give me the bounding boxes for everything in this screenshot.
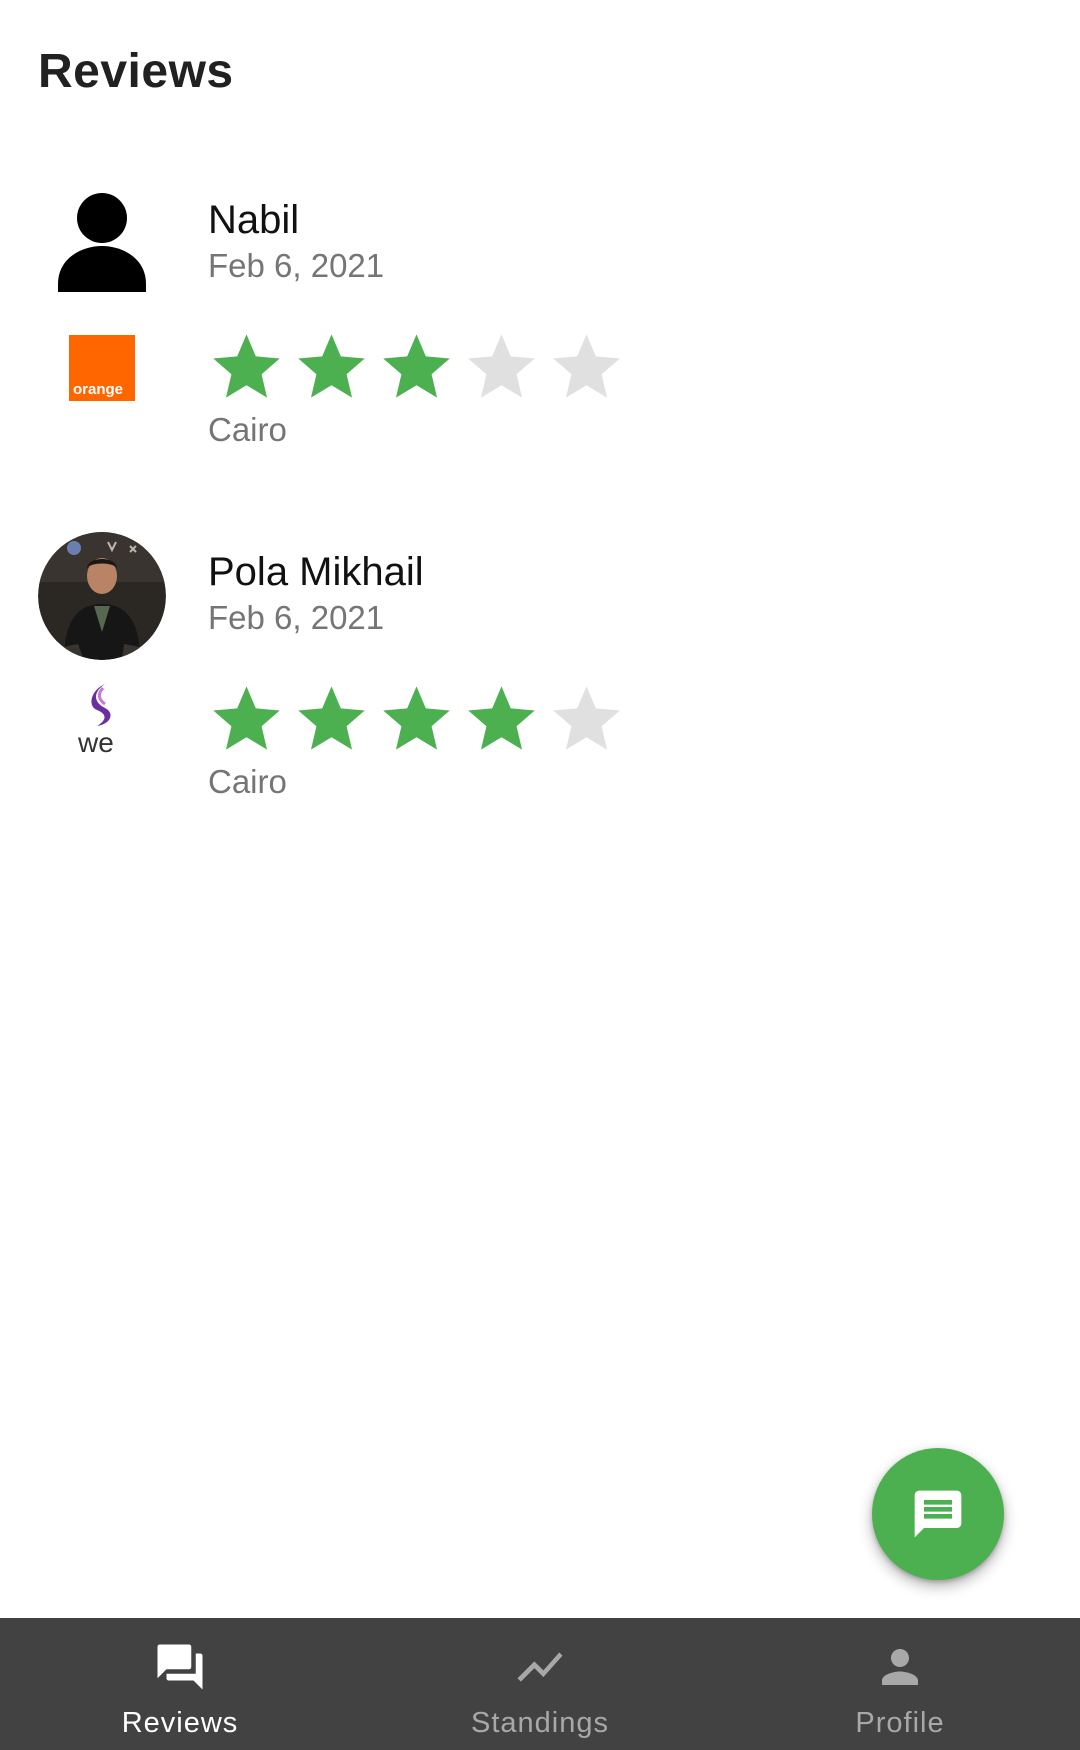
review-item[interactable]: orange Nabil Feb 6, 2021 Cairo (0, 180, 1080, 532)
star-filled-icon (298, 334, 365, 398)
avatar (38, 532, 166, 660)
reviewer-name: Pola Mikhail (208, 550, 424, 594)
nav-label: Profile (855, 1707, 945, 1739)
star-filled-icon (383, 334, 450, 398)
star-empty-icon (553, 686, 620, 750)
person-silhouette-icon (58, 193, 146, 292)
star-filled-icon (298, 686, 365, 750)
page-title: Reviews (38, 45, 234, 98)
review-city: Cairo (208, 411, 287, 448)
write-review-fab[interactable] (872, 1448, 1004, 1580)
star-filled-icon (383, 686, 450, 750)
nav-label: Reviews (121, 1707, 239, 1739)
star-empty-icon (553, 334, 620, 398)
review-date: Feb 6, 2021 (208, 599, 385, 636)
star-filled-icon (213, 334, 280, 398)
person-icon (873, 1640, 927, 1694)
review-date: Feb 6, 2021 (208, 247, 385, 284)
star-rating (208, 328, 625, 404)
star-filled-icon (468, 686, 535, 750)
provider-logo-text: orange (73, 381, 123, 398)
star-empty-icon (468, 334, 535, 398)
review-list: orange Nabil Feb 6, 2021 Cairo we Pola M… (0, 180, 1080, 884)
reviewer-name: Nabil (208, 198, 300, 242)
provider-logo-we: we (62, 680, 142, 760)
nav-item-reviews[interactable]: Reviews (0, 1618, 360, 1750)
review-city: Cairo (208, 763, 287, 800)
nav-label: Standings (471, 1707, 609, 1739)
message-icon (914, 1490, 962, 1538)
trending-up-icon (513, 1640, 567, 1694)
avatar (38, 180, 166, 308)
provider-logo-orange: orange (62, 328, 142, 408)
nav-item-standings[interactable]: Standings (360, 1618, 720, 1750)
star-rating (208, 680, 625, 756)
reviews-screen: Reviews orange Nabil Feb 6, 2021 Cairo w… (0, 0, 1080, 1750)
forum-icon (153, 1640, 207, 1694)
star-filled-icon (213, 686, 280, 750)
review-item[interactable]: we Pola Mikhail Feb 6, 2021 Cairo (0, 532, 1080, 884)
nav-item-profile[interactable]: Profile (720, 1618, 1080, 1750)
profile-photo (38, 532, 166, 660)
provider-logo-text: we (77, 727, 114, 758)
bottom-navigation: Reviews Standings Profile (0, 1618, 1080, 1750)
